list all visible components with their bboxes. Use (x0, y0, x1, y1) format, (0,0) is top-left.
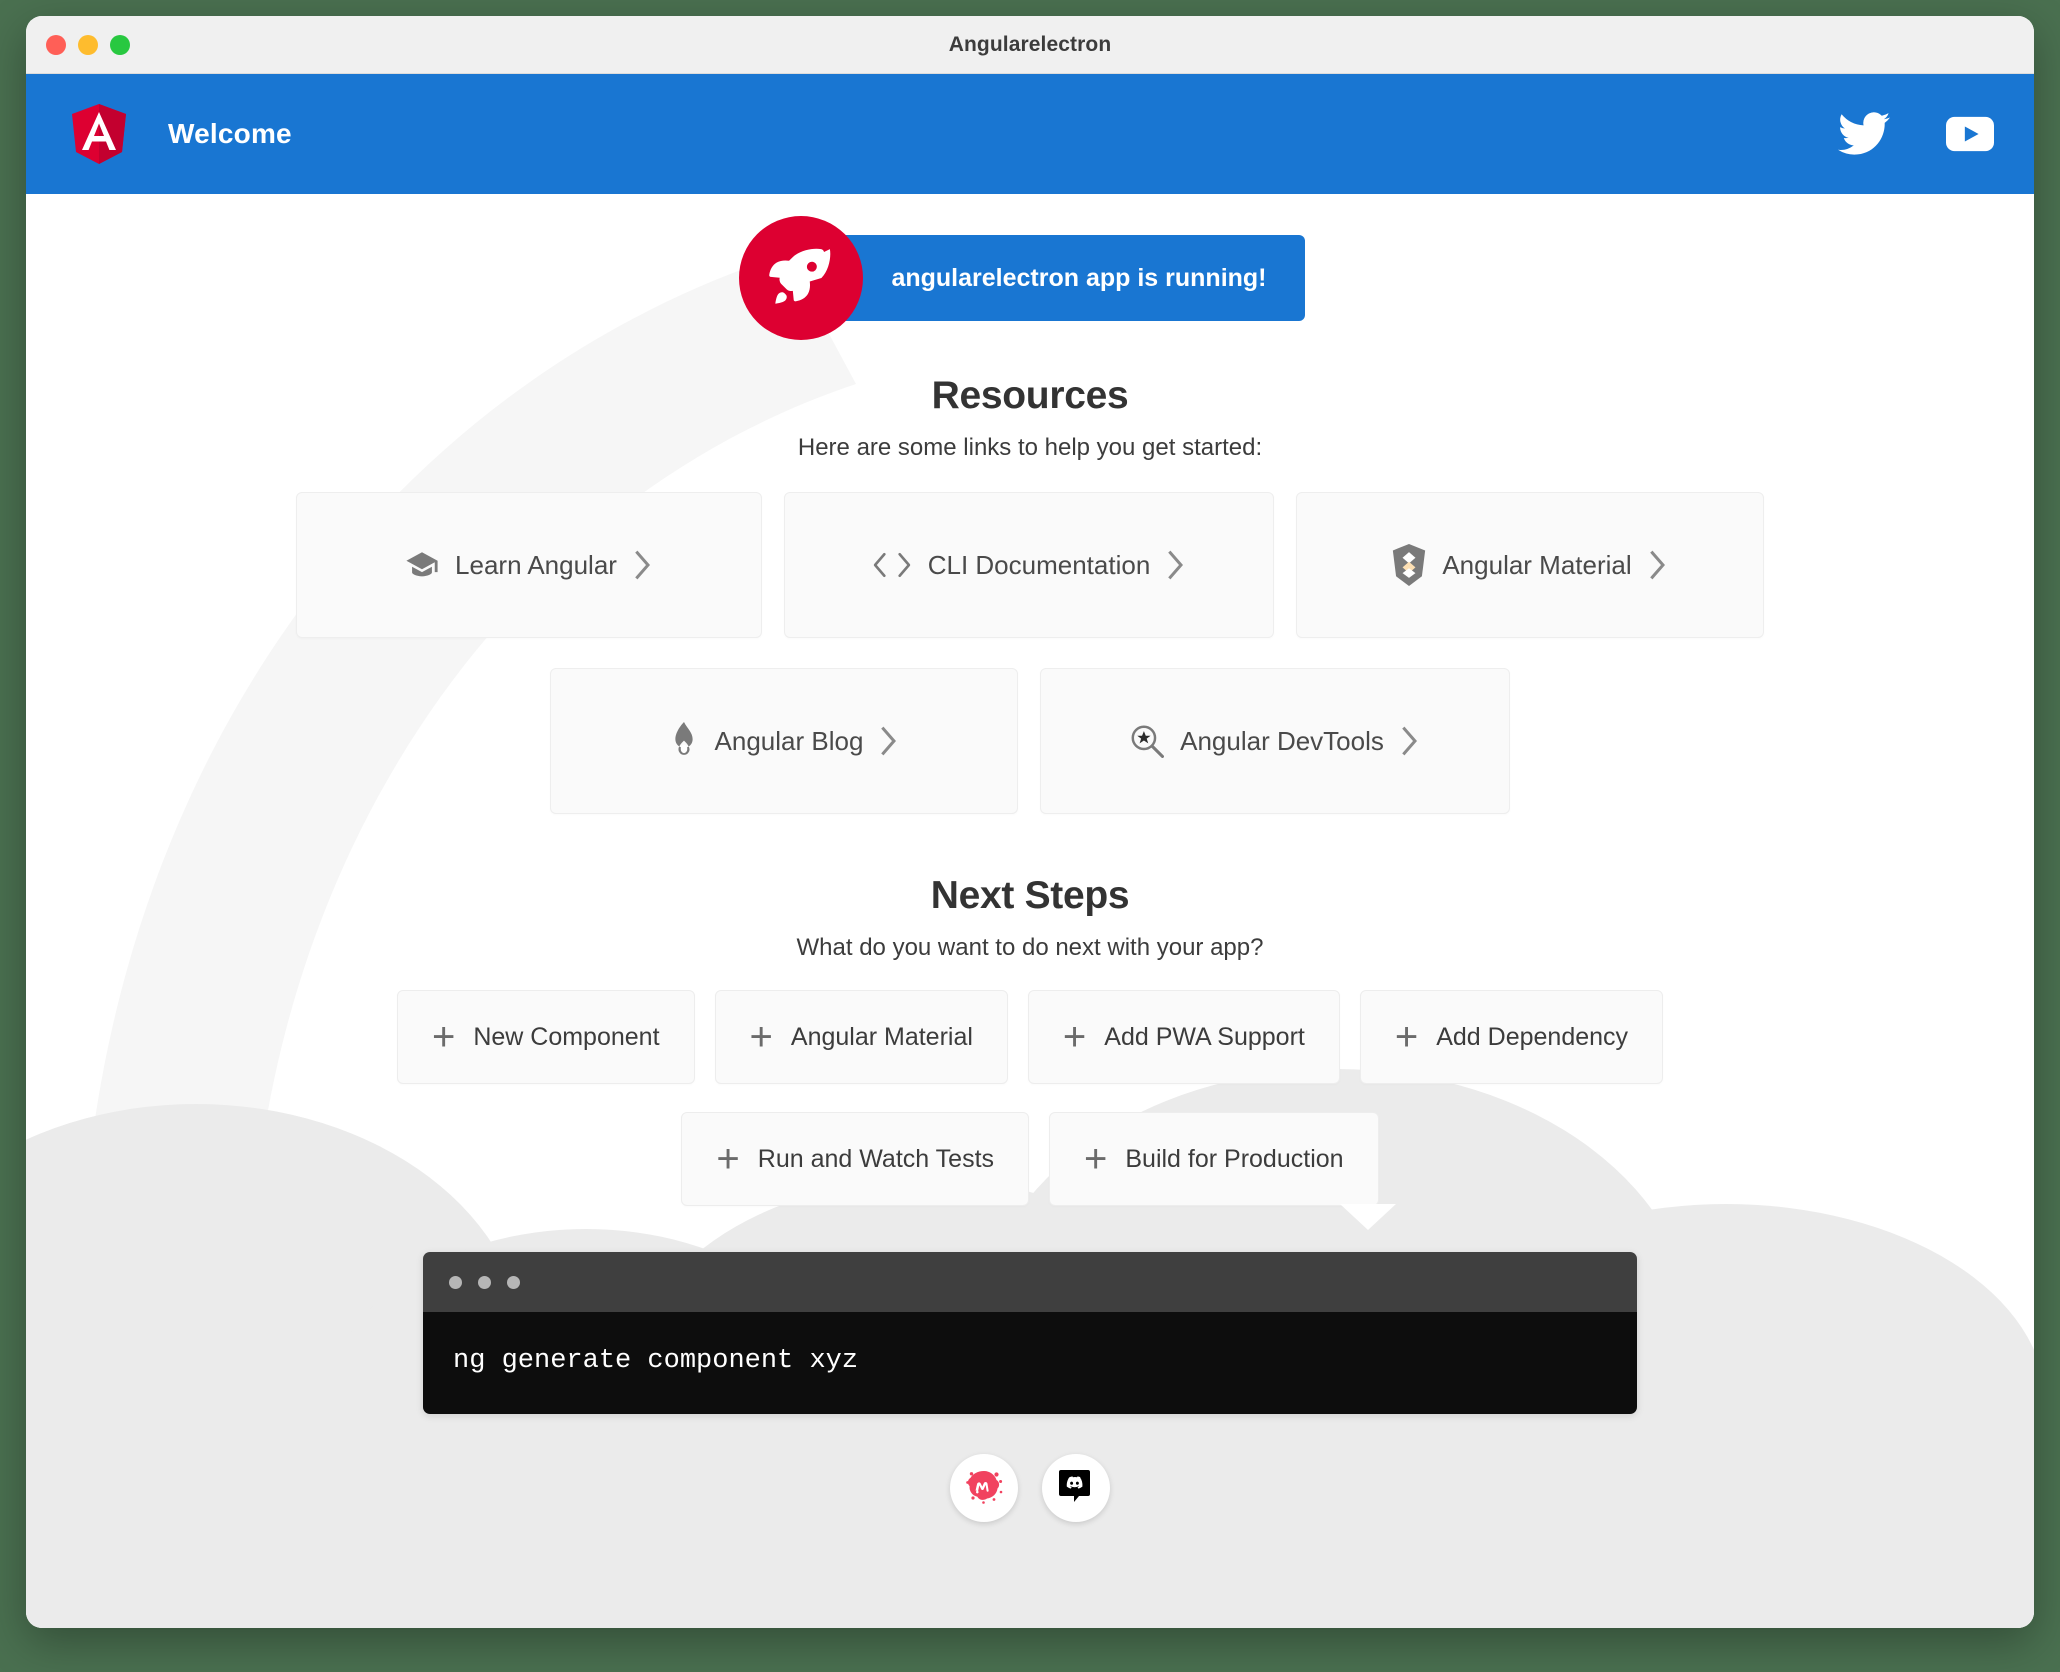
next-step-label: Add Dependency (1436, 1022, 1629, 1051)
next-step-label: Build for Production (1125, 1144, 1344, 1173)
app-toolbar: Welcome (26, 74, 2034, 194)
caret-down-icon (1340, 1204, 1396, 1230)
resource-card-label: Learn Angular (455, 549, 617, 580)
terminal-dot (507, 1275, 520, 1289)
resource-card-label: Angular DevTools (1180, 725, 1384, 756)
graduation-cap-icon (405, 548, 439, 582)
resources-subtitle: Here are some links to help you get star… (797, 434, 1263, 461)
resource-card-learn-angular[interactable]: Learn Angular (296, 492, 762, 638)
resource-card-angular-devtools[interactable]: Angular DevTools (1040, 668, 1510, 814)
next-steps-row-1: + New Component + Angular Material + Add… (396, 990, 1664, 1084)
next-step-label: Add PWA Support (1104, 1022, 1305, 1051)
resource-cards-row-2: Angular Blog Angular DevTools (550, 668, 1510, 814)
next-step-angular-material[interactable]: + Angular Material (714, 990, 1008, 1084)
plus-icon: + (431, 1015, 456, 1059)
terminal-body: ng generate component xyz (423, 1312, 1637, 1414)
resource-cards-row-1: Learn Angular CLI Documentation Angular … (296, 492, 1764, 638)
terminal-panel: ng generate component xyz (423, 1252, 1637, 1414)
terminal-titlebar (423, 1252, 1637, 1312)
terminal-dot (478, 1275, 491, 1289)
window-controls (46, 16, 130, 74)
code-brackets-icon (872, 550, 912, 580)
plus-icon: + (716, 1137, 740, 1181)
chevron-right-icon (633, 550, 653, 580)
chevron-right-icon (879, 726, 899, 756)
next-steps-title: Next Steps (930, 874, 1130, 917)
resource-card-label: Angular Material (1442, 549, 1632, 580)
resource-card-label: CLI Documentation (927, 549, 1151, 580)
minimize-window-button[interactable] (78, 35, 98, 55)
next-step-label: Angular Material (790, 1022, 973, 1051)
resource-card-angular-blog[interactable]: Angular Blog (550, 668, 1018, 814)
app-window: Angularelectron Welcome angularelectron … (26, 16, 2034, 1628)
app-content: angularelectron app is running! Resource… (26, 194, 2034, 1628)
next-steps-subtitle: What do you want to do next with your ap… (796, 934, 1264, 961)
next-step-add-pwa-support[interactable]: + Add PWA Support (1027, 990, 1340, 1084)
running-status-pill: angularelectron app is running! (797, 235, 1305, 321)
next-step-label: New Component (473, 1022, 660, 1051)
next-step-new-component[interactable]: + New Component (396, 990, 695, 1084)
terminal-dot (449, 1275, 462, 1289)
discord-icon (1055, 1465, 1097, 1512)
maximize-window-button[interactable] (110, 35, 130, 55)
flame-icon (669, 722, 699, 760)
toolbar-title: Welcome (168, 118, 292, 149)
twitter-icon[interactable] (1838, 112, 1890, 156)
next-step-build-for-production[interactable]: + Build for Production (1049, 1112, 1379, 1206)
next-steps-row-2: + Run and Watch Tests + Build for Produc… (681, 1112, 1379, 1206)
angular-material-shield-icon (1392, 544, 1426, 586)
close-window-button[interactable] (46, 35, 66, 55)
chevron-right-icon (1400, 726, 1420, 756)
footer-social-links (950, 1454, 1110, 1522)
youtube-icon[interactable] (1946, 116, 1994, 152)
window-title: Angularelectron (948, 32, 1112, 56)
angular-logo-icon (70, 103, 128, 165)
resources-title: Resources (931, 374, 1129, 417)
plus-icon: + (1394, 1015, 1419, 1059)
plus-icon: + (1062, 1015, 1087, 1059)
plus-icon: + (1084, 1137, 1108, 1181)
next-step-add-dependency[interactable]: + Add Dependency (1359, 990, 1664, 1084)
toolbar-social-links (1838, 112, 1994, 156)
resource-card-angular-material[interactable]: Angular Material (1296, 492, 1764, 638)
meetup-link[interactable] (950, 1454, 1018, 1522)
resource-card-cli-documentation[interactable]: CLI Documentation (784, 492, 1274, 638)
window-titlebar: Angularelectron (26, 16, 2034, 74)
resource-card-label: Angular Blog (714, 725, 864, 756)
terminal-command: ng generate component xyz (453, 1346, 859, 1376)
rocket-icon (739, 216, 864, 340)
magnifier-star-icon (1130, 724, 1165, 758)
discord-link[interactable] (1042, 1454, 1110, 1522)
chevron-right-icon (1166, 550, 1186, 580)
next-step-run-and-watch-tests[interactable]: + Run and Watch Tests (681, 1112, 1030, 1206)
next-step-label: Run and Watch Tests (757, 1144, 995, 1173)
desktop-background: Angularelectron Welcome angularelectron … (0, 0, 2060, 1672)
chevron-right-icon (1648, 550, 1668, 580)
app-running-banner: angularelectron app is running! (739, 216, 1305, 340)
plus-icon: + (749, 1015, 773, 1059)
meetup-icon (961, 1463, 1007, 1514)
